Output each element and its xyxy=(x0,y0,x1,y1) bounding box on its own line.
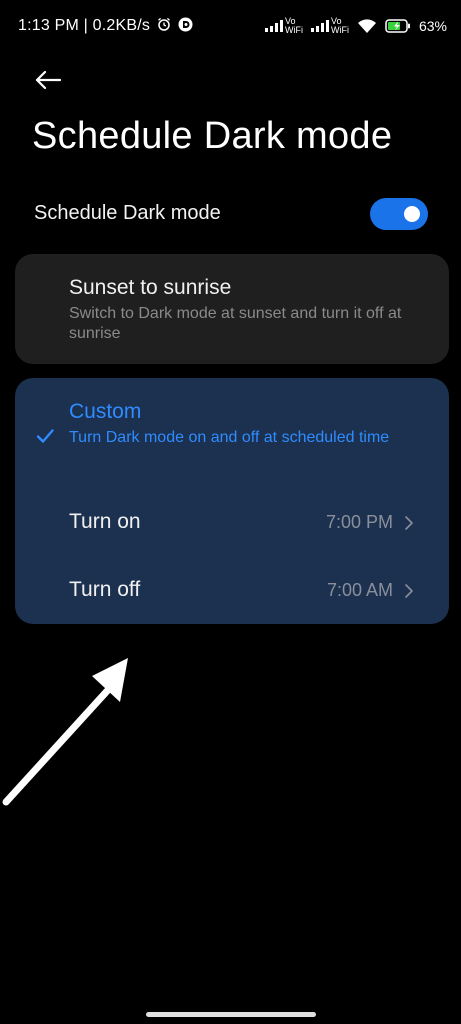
status-time: 1:13 PM | 0.2KB/s xyxy=(18,17,193,35)
schedule-dark-mode-row[interactable]: Schedule Dark mode xyxy=(0,190,461,238)
back-button[interactable] xyxy=(28,60,68,100)
option-sunset-to-sunrise[interactable]: Sunset to sunrise Switch to Dark mode at… xyxy=(15,254,449,364)
status-icons: Vo WiFi Vo WiFi 63% xyxy=(264,14,447,38)
option-custom[interactable]: Custom Turn Dark mode on and off at sche… xyxy=(15,378,449,624)
schedule-dark-mode-toggle[interactable] xyxy=(370,198,428,230)
turn-on-row[interactable]: Turn on 7:00 PM xyxy=(15,498,449,548)
back-arrow-icon xyxy=(35,70,61,90)
battery-charging-icon xyxy=(385,19,410,33)
vowifi-label: Vo WiFi xyxy=(331,17,349,35)
annotation-arrow-icon xyxy=(2,658,128,806)
option-description: Switch to Dark mode at sunset and turn i… xyxy=(69,305,402,342)
chevron-right-icon xyxy=(405,584,413,598)
turn-off-time: 7:00 AM xyxy=(326,580,393,600)
page-title: Schedule Dark mode xyxy=(32,115,393,157)
signal-icon xyxy=(264,20,283,32)
vowifi-bottom: WiFi xyxy=(330,25,349,35)
status-time-text: 1:13 PM | 0.2KB/s xyxy=(18,17,151,34)
turn-on-time: 7:00 PM xyxy=(325,512,393,532)
signal-icon xyxy=(310,20,329,32)
vowifi-bottom: WiFi xyxy=(284,25,303,35)
option-description: Turn Dark mode on and off at scheduled t… xyxy=(69,429,390,446)
alarm-icon xyxy=(157,17,170,31)
toggle-knob xyxy=(404,206,420,222)
toggle-label: Schedule Dark mode xyxy=(34,202,221,224)
notification-icon xyxy=(178,17,193,32)
option-title: Sunset to sunrise xyxy=(69,276,232,299)
turn-off-label: Turn off xyxy=(69,578,141,601)
wifi-icon xyxy=(357,19,376,33)
turn-off-row[interactable]: Turn off 7:00 AM xyxy=(15,566,449,616)
check-icon xyxy=(36,429,54,443)
vowifi-indicator-1: Vo WiFi xyxy=(264,17,303,35)
option-title: Custom xyxy=(69,400,142,423)
vowifi-indicator-2: Vo WiFi xyxy=(310,17,349,35)
vowifi-label: Vo WiFi xyxy=(285,17,303,35)
home-indicator[interactable] xyxy=(146,1012,316,1017)
turn-on-label: Turn on xyxy=(69,510,141,533)
battery-percentage: 63% xyxy=(418,18,447,34)
status-bar: 1:13 PM | 0.2KB/s Vo WiFi Vo WiFi 63% xyxy=(0,0,461,56)
chevron-right-icon xyxy=(405,516,413,530)
